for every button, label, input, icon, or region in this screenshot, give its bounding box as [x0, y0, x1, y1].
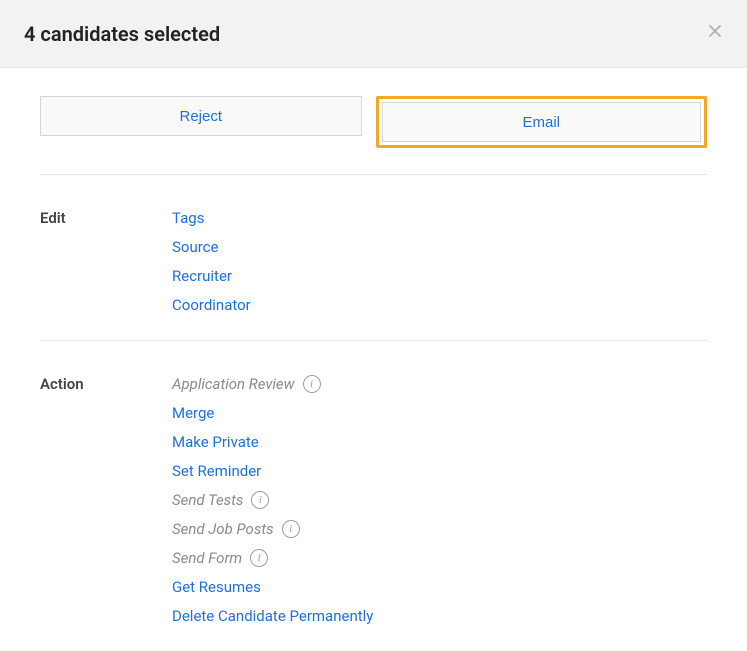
close-button[interactable]: [701, 18, 729, 46]
action-get-resumes-link[interactable]: Get Resumes: [172, 578, 373, 596]
action-section-items: Application Review i Merge Make Private …: [172, 375, 373, 625]
info-icon[interactable]: i: [303, 375, 321, 393]
info-icon[interactable]: i: [282, 520, 300, 538]
reject-button[interactable]: Reject: [40, 96, 362, 136]
email-button-highlight: Email: [376, 96, 708, 148]
edit-recruiter-link[interactable]: Recruiter: [172, 267, 251, 285]
modal-header: 4 candidates selected: [0, 0, 747, 68]
info-icon[interactable]: i: [251, 491, 269, 509]
action-section-label: Action: [40, 375, 172, 625]
action-send-form: Send Form i: [172, 549, 373, 567]
action-send-form-label: Send Form: [172, 549, 242, 567]
action-send-job-posts: Send Job Posts i: [172, 520, 373, 538]
edit-tags-link[interactable]: Tags: [172, 209, 251, 227]
edit-source-link[interactable]: Source: [172, 238, 251, 256]
action-application-review: Application Review i: [172, 375, 373, 393]
action-make-private-link[interactable]: Make Private: [172, 433, 373, 451]
info-icon[interactable]: i: [250, 549, 268, 567]
action-send-tests: Send Tests i: [172, 491, 373, 509]
action-delete-permanently-link[interactable]: Delete Candidate Permanently: [172, 607, 373, 625]
close-icon: [707, 23, 723, 42]
action-merge-link[interactable]: Merge: [172, 404, 373, 422]
action-section: Action Application Review i Merge Make P…: [40, 341, 707, 651]
email-button[interactable]: Email: [382, 102, 702, 142]
action-send-job-posts-label: Send Job Posts: [172, 520, 274, 538]
modal-title: 4 candidates selected: [24, 22, 220, 46]
edit-section: Edit Tags Source Recruiter Coordinator: [40, 175, 707, 340]
modal-content: Reject Email Edit Tags Source Recruiter …: [0, 68, 747, 651]
edit-section-label: Edit: [40, 209, 172, 314]
action-set-reminder-link[interactable]: Set Reminder: [172, 462, 373, 480]
button-row: Reject Email: [40, 96, 707, 148]
action-send-tests-label: Send Tests: [172, 491, 243, 509]
edit-section-items: Tags Source Recruiter Coordinator: [172, 209, 251, 314]
edit-coordinator-link[interactable]: Coordinator: [172, 296, 251, 314]
action-application-review-label: Application Review: [172, 375, 295, 393]
